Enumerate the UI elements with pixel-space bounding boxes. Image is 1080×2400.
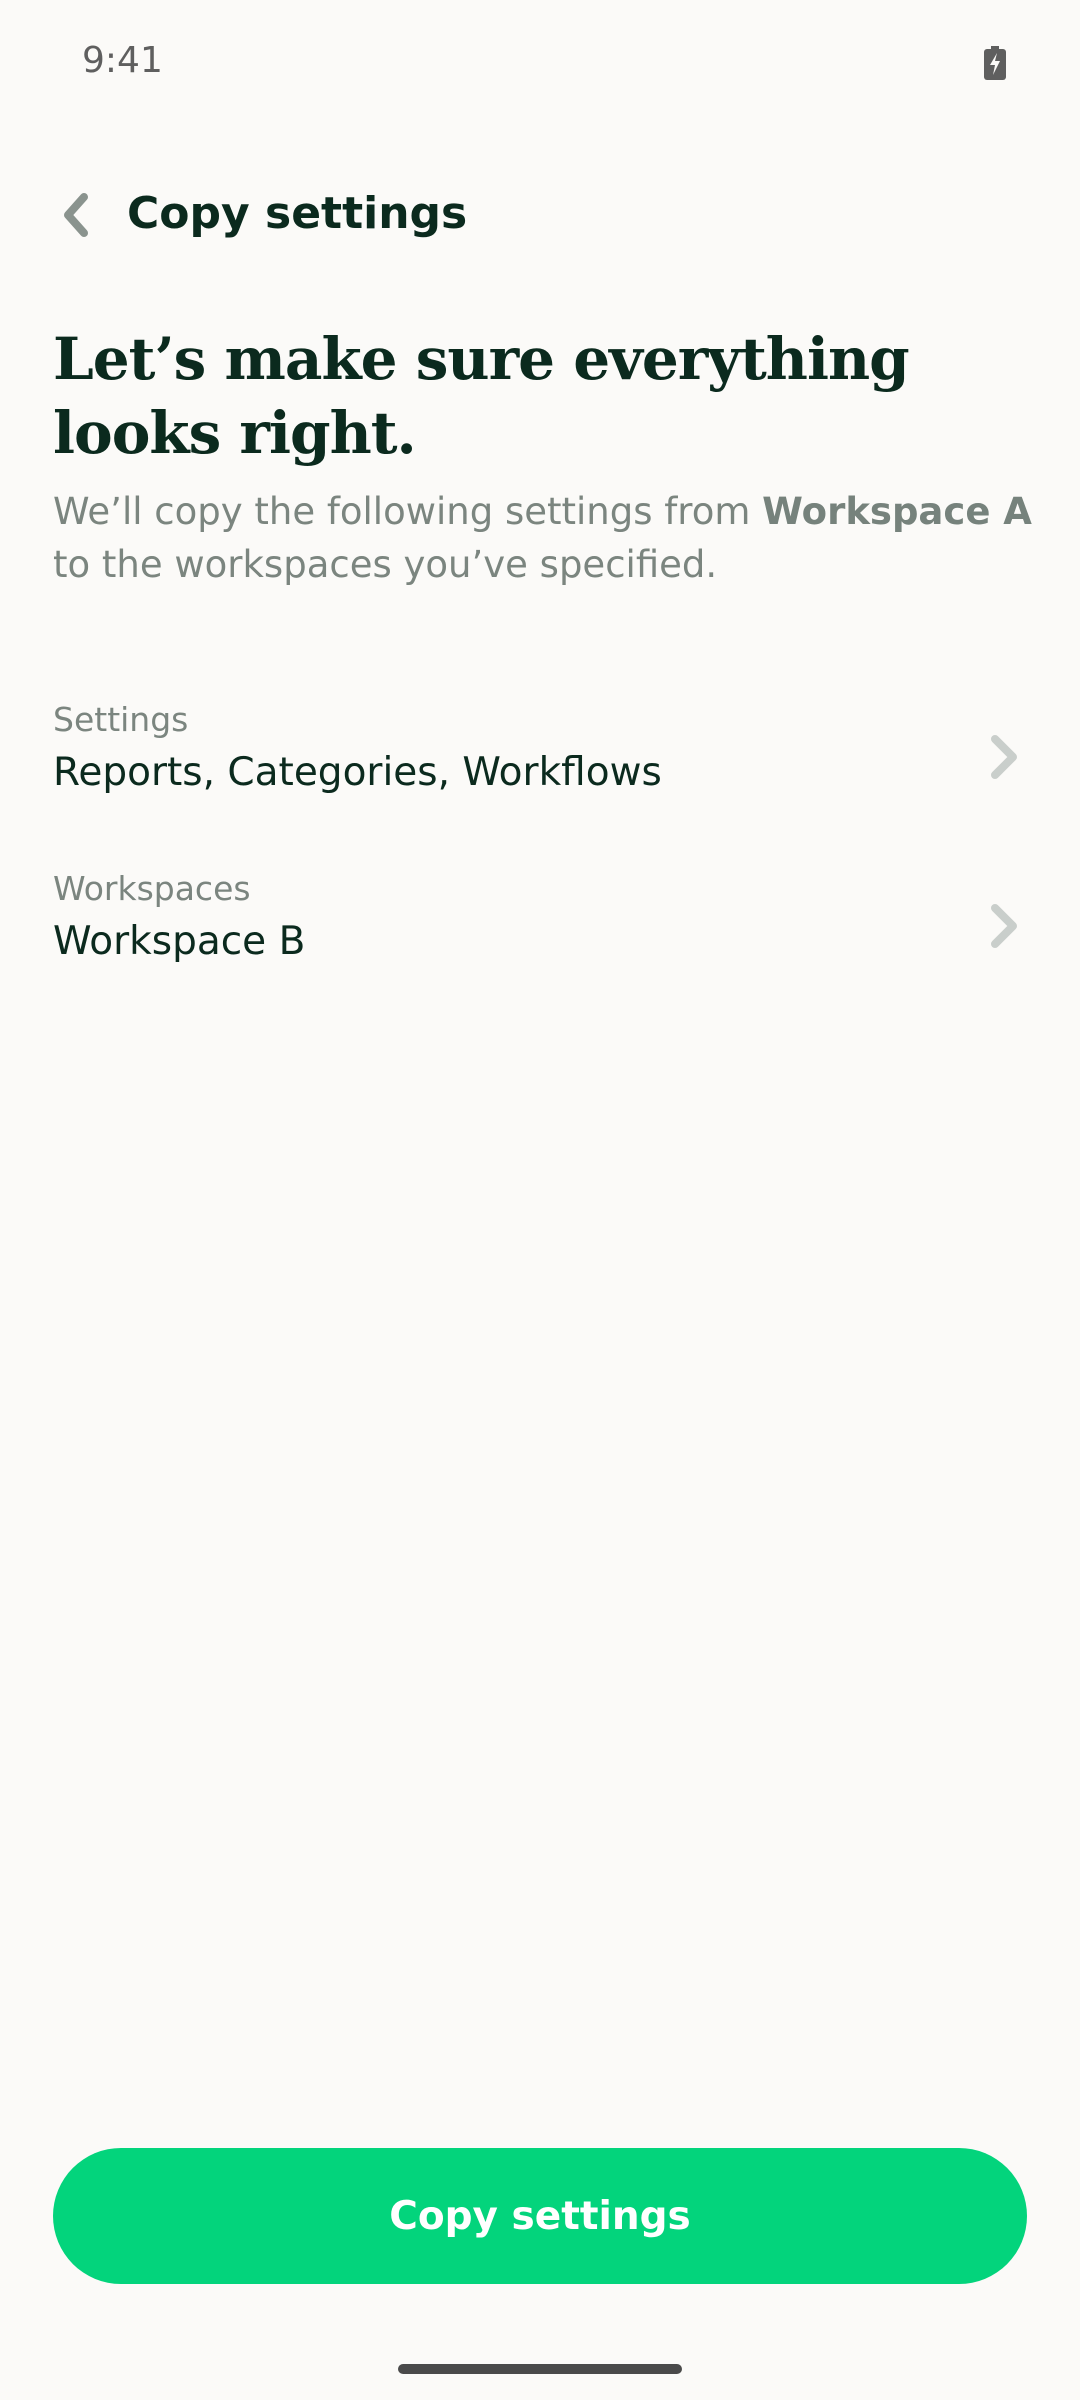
workspaces-row-label: Workspaces xyxy=(53,869,251,908)
settings-row-label: Settings xyxy=(53,700,189,739)
page-heading: Let’s make sure everything looks right. xyxy=(53,325,910,467)
status-bar: 9:41 xyxy=(0,0,1080,120)
top-bar: Copy settings xyxy=(0,170,1080,260)
chevron-right-icon xyxy=(991,735,1017,779)
chevron-left-icon xyxy=(64,193,88,237)
status-time: 9:41 xyxy=(82,40,163,81)
settings-row[interactable]: Settings Reports, Categories, Workflows xyxy=(0,700,1080,860)
home-indicator[interactable] xyxy=(398,2364,682,2374)
settings-row-value: Reports, Categories, Workflows xyxy=(53,750,662,795)
page-title: Copy settings xyxy=(127,188,468,239)
description-prefix: We’ll copy the following settings from xyxy=(53,490,763,533)
workspaces-row[interactable]: Workspaces Workspace B xyxy=(0,869,1080,1029)
page-description: We’ll copy the following settings from W… xyxy=(53,485,1033,591)
back-button[interactable] xyxy=(40,180,110,250)
copy-settings-button[interactable]: Copy settings xyxy=(53,2148,1027,2284)
battery-charging-icon xyxy=(984,46,1006,80)
description-suffix: to the workspaces you’ve specified. xyxy=(53,543,718,586)
source-workspace-name: Workspace A xyxy=(762,490,1032,533)
chevron-right-icon xyxy=(991,904,1017,948)
workspaces-row-value: Workspace B xyxy=(53,919,306,964)
